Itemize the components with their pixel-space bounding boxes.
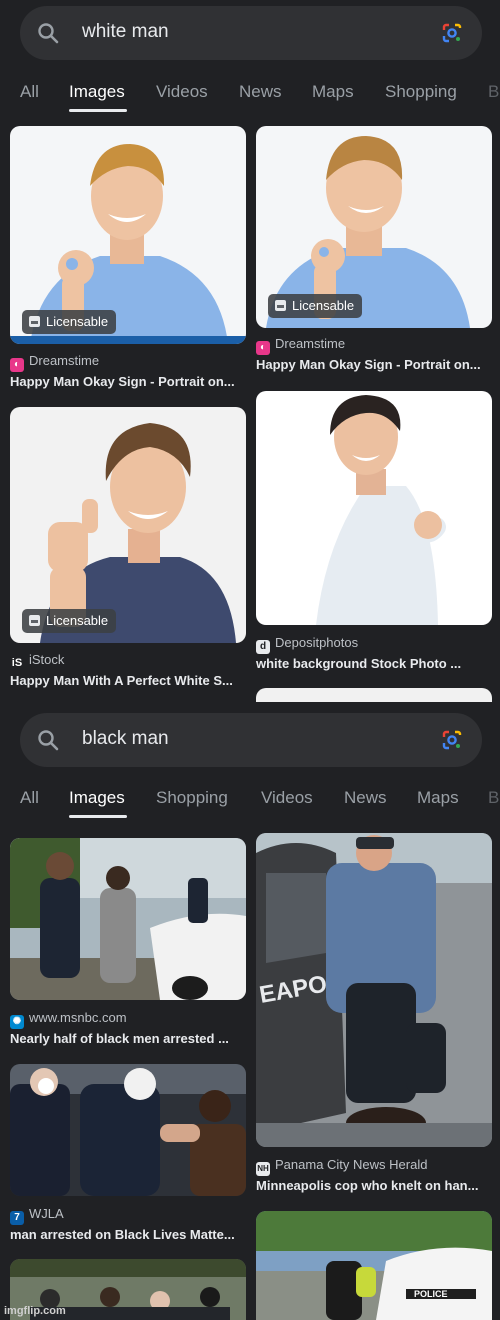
msnbc-icon: ✺ — [10, 1015, 24, 1029]
source-name: WJLA — [29, 1206, 64, 1221]
result-title[interactable]: Happy Man With A Perfect White S... — [10, 673, 246, 688]
image-icon — [29, 316, 40, 327]
source-name: Depositphotos — [275, 635, 359, 650]
source-name: www.msnbc.com — [29, 1010, 127, 1025]
tab-news[interactable]: News — [239, 82, 282, 102]
dreamstime-icon: ◐ — [256, 341, 270, 355]
result-source[interactable]: iS iStock — [10, 652, 64, 670]
source-name: iStock — [29, 652, 65, 667]
protest-arrest-image — [10, 1064, 246, 1196]
svg-text:POLICE: POLICE — [414, 1289, 448, 1299]
result-thumbnail[interactable] — [10, 1064, 246, 1196]
police-car-image: POLICE — [256, 1211, 492, 1320]
arrest-photo-image — [10, 838, 246, 1000]
search-bar-2[interactable]: black man — [20, 713, 482, 767]
tab-images[interactable]: Images — [69, 82, 125, 102]
partial-result-thumbnail[interactable]: POLICE — [256, 1211, 492, 1320]
tab-maps[interactable]: Maps — [417, 788, 459, 808]
result-title[interactable]: Nearly half of black men arrested ... — [10, 1031, 246, 1046]
search-query[interactable]: white man — [82, 21, 169, 43]
search-icon — [38, 730, 59, 751]
tab-more[interactable]: B — [488, 788, 499, 808]
result-title[interactable]: Happy Man Okay Sign - Portrait on... — [10, 374, 246, 389]
source-name: Dreamstime — [275, 336, 346, 351]
dreamstime-icon: ◐ — [10, 358, 24, 372]
watermark-text: imgflip.com — [4, 1305, 66, 1317]
result-title[interactable]: white background Stock Photo ... — [256, 656, 492, 671]
screenshot-divider — [0, 702, 500, 708]
depositphotos-icon: d — [256, 640, 270, 654]
tab-all[interactable]: All — [20, 788, 39, 808]
tab-news[interactable]: News — [344, 788, 387, 808]
result-source[interactable]: ◐ Dreamstime — [10, 353, 99, 372]
result-title[interactable]: Happy Man Okay Sign - Portrait on... — [256, 357, 492, 372]
active-tab-indicator — [69, 815, 127, 818]
result-thumbnail[interactable] — [10, 407, 246, 643]
tab-images[interactable]: Images — [69, 788, 125, 808]
active-tab-indicator — [69, 109, 127, 112]
search-tabs-1: All Images Videos News Maps Shopping B — [0, 74, 500, 118]
search-bar-1[interactable]: white man — [20, 6, 482, 60]
image-icon — [275, 300, 286, 311]
google-lens-icon[interactable] — [440, 21, 464, 45]
tab-maps[interactable]: Maps — [312, 82, 354, 102]
licensable-badge[interactable]: Licensable — [268, 294, 363, 318]
result-thumbnail[interactable]: EAPOLIS — [256, 833, 492, 1147]
badge-label: Licensable — [46, 314, 109, 329]
man-thumbs-up-image — [10, 407, 246, 643]
result-source[interactable]: ✺ www.msnbc.com — [10, 1010, 127, 1029]
police-kneeling-image: EAPOLIS — [256, 833, 492, 1147]
result-title[interactable]: man arrested on Black Lives Matte... — [10, 1227, 246, 1242]
licensable-badge[interactable]: Licensable — [22, 609, 117, 633]
search-icon — [38, 23, 59, 44]
search-query[interactable]: black man — [82, 728, 169, 750]
tab-videos[interactable]: Videos — [156, 82, 208, 102]
result-source[interactable]: ◐ Dreamstime — [256, 336, 345, 355]
result-source[interactable]: d Depositphotos — [256, 635, 358, 654]
badge-label: Licensable — [292, 298, 355, 313]
image-icon — [29, 615, 40, 626]
google-lens-icon[interactable] — [440, 728, 464, 752]
tab-more[interactable]: B — [488, 82, 499, 102]
source-name: Dreamstime — [29, 353, 100, 368]
result-thumbnail[interactable] — [256, 391, 492, 625]
result-thumbnail[interactable] — [10, 838, 246, 1000]
wjla-icon: 7 — [10, 1211, 24, 1225]
licensable-badge[interactable]: Licensable — [22, 310, 117, 334]
result-title[interactable]: Minneapolis cop who knelt on han... — [256, 1178, 492, 1193]
badge-label: Licensable — [46, 613, 109, 628]
tab-videos[interactable]: Videos — [261, 788, 313, 808]
source-name: Panama City News Herald — [275, 1157, 428, 1172]
tab-shopping[interactable]: Shopping — [385, 82, 457, 102]
result-source[interactable]: NH Panama City News Herald — [256, 1157, 427, 1176]
man-fist-pump-image — [256, 391, 492, 625]
tab-all[interactable]: All — [20, 82, 39, 102]
istock-icon: iS — [10, 656, 24, 670]
result-source[interactable]: 7 WJLA — [10, 1206, 64, 1225]
partial-result-thumbnail[interactable] — [256, 688, 492, 702]
news-herald-icon: NH — [256, 1162, 270, 1176]
search-tabs-2: All Images Shopping Videos News Maps B — [0, 780, 500, 824]
tab-shopping[interactable]: Shopping — [156, 788, 228, 808]
